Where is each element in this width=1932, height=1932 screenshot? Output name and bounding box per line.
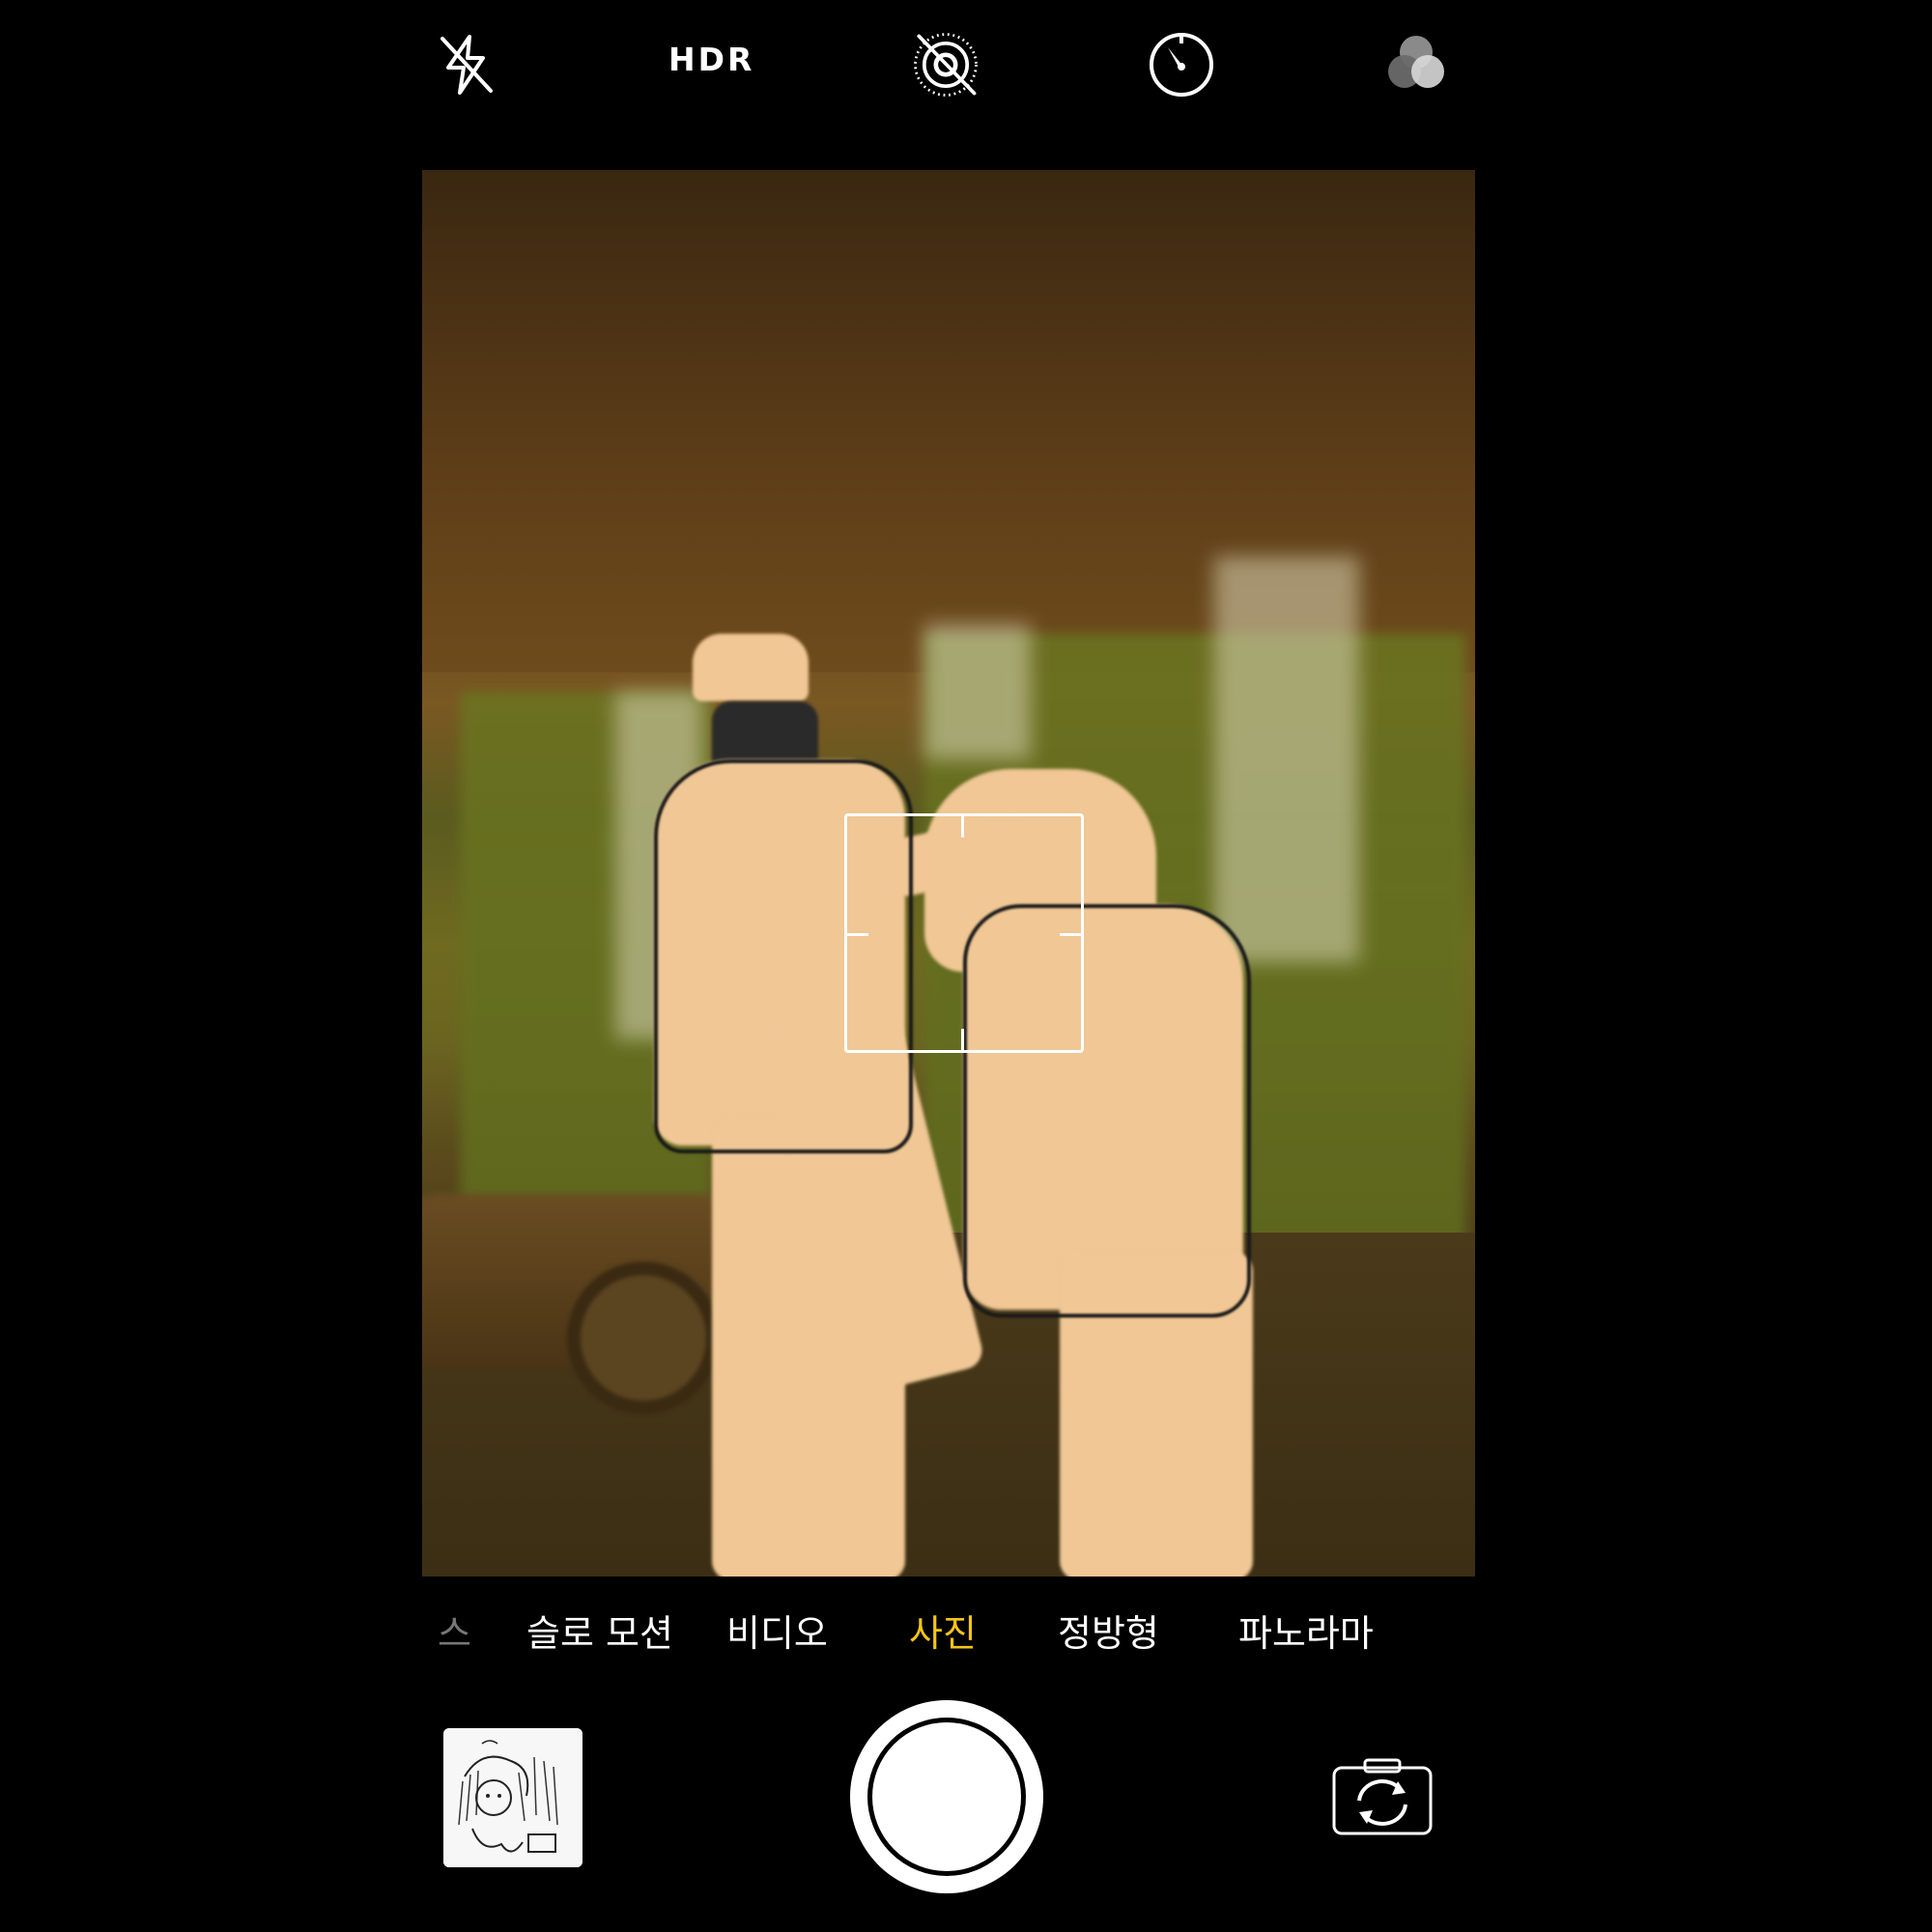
viewfinder-light-strip <box>1214 556 1359 962</box>
mode-photo[interactable]: 사진 <box>909 1604 977 1657</box>
mode-square[interactable]: 정방형 <box>1058 1604 1159 1657</box>
live-photo-off-icon[interactable] <box>910 29 981 100</box>
shutter-button[interactable] <box>850 1700 1043 1893</box>
focus-box <box>844 813 1084 1053</box>
focus-tick-bottom <box>961 1029 964 1050</box>
shutter-button-inner <box>867 1718 1026 1876</box>
filters-icon[interactable] <box>1381 29 1453 100</box>
last-photo-thumbnail[interactable] <box>443 1728 582 1867</box>
sketch-thumbnail-icon <box>443 1728 582 1867</box>
person-left-hat <box>693 634 809 701</box>
camera-mode-selector: 스 슬로 모션 비디오 사진 정방형 파노라마 <box>422 1604 1475 1665</box>
mode-timelapse[interactable]: 스 <box>438 1604 471 1657</box>
camera-top-bar: HDR <box>0 0 1932 155</box>
mode-video[interactable]: 비디오 <box>726 1604 828 1657</box>
mode-slow-motion[interactable]: 슬로 모션 <box>526 1604 673 1657</box>
focus-tick-right <box>1060 933 1081 936</box>
camera-flip-icon[interactable] <box>1330 1756 1435 1837</box>
viewfinder-car-wheel <box>567 1262 720 1414</box>
flash-off-icon[interactable] <box>431 29 502 100</box>
viewfinder-light-strip <box>924 624 1031 759</box>
mode-panorama[interactable]: 파노라마 <box>1238 1604 1374 1657</box>
hdr-button[interactable]: HDR <box>668 41 754 78</box>
focus-tick-left <box>847 933 868 936</box>
focus-tick-top <box>961 816 964 838</box>
timer-icon[interactable] <box>1146 29 1217 100</box>
